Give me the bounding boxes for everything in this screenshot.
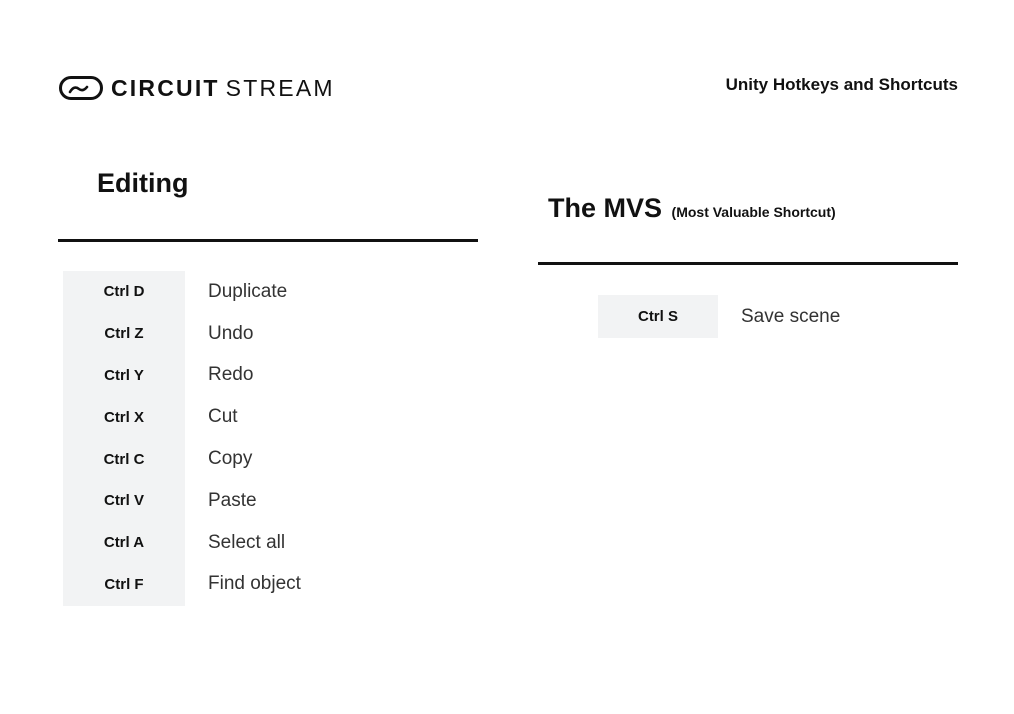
shortcut-action: Paste [208,489,257,511]
shortcut-action: Select all [208,531,286,553]
editing-shortcut-list: Ctrl D Duplicate Ctrl Z Undo Ctrl Y Redo… [63,271,463,605]
shortcut-row-undo: Ctrl Z Undo [63,313,463,355]
mvs-title: The MVS [548,193,663,223]
shortcut-row-select-all: Ctrl A Select all [63,522,463,564]
shortcut-key: Ctrl S [598,295,718,338]
shortcut-key: Ctrl A [103,534,145,552]
editing-divider [58,239,478,242]
shortcut-key: Ctrl Y [104,366,144,384]
shortcut-row-cut: Ctrl X Cut [63,396,463,438]
shortcut-row-redo: Ctrl Y Redo [63,355,463,397]
shortcut-row-paste: Ctrl V Paste [63,480,463,522]
mvs-shortcut-row: Ctrl S Save scene [598,295,840,338]
shortcut-action: Cut [208,406,238,428]
mvs-subtitle: (Most Valuable Shortcut) [671,204,836,220]
mvs-divider [538,262,958,265]
brand-primary: CIRCUIT [111,75,220,101]
shortcut-key: Ctrl Z [104,325,144,343]
circuit-stream-logo-icon [59,76,103,100]
shortcut-key: Ctrl D [103,283,145,301]
mvs-heading: The MVS (Most Valuable Shortcut) [548,193,836,224]
brand-logo: CIRCUIT STREAM [59,75,335,101]
shortcut-key: Ctrl V [103,492,144,510]
shortcut-row-duplicate: Ctrl D Duplicate [63,271,463,313]
shortcut-key: Ctrl F [104,575,144,593]
shortcut-action: Copy [208,448,253,470]
shortcut-row-find-object: Ctrl F Find object [63,564,463,606]
shortcut-action: Redo [208,364,254,386]
brand-name: CIRCUIT STREAM [111,75,335,101]
shortcut-action: Undo [208,322,254,344]
document-title: Unity Hotkeys and Shortcuts [725,75,958,94]
shortcut-action: Duplicate [208,280,288,302]
shortcut-key: Ctrl C [103,450,145,468]
editing-heading: Editing [97,168,189,198]
shortcut-action: Save scene [741,305,841,327]
shortcut-action: Find object [208,573,301,595]
brand-secondary: STREAM [225,75,335,101]
shortcut-key: Ctrl X [103,408,144,426]
shortcut-row-copy: Ctrl C Copy [63,438,463,480]
